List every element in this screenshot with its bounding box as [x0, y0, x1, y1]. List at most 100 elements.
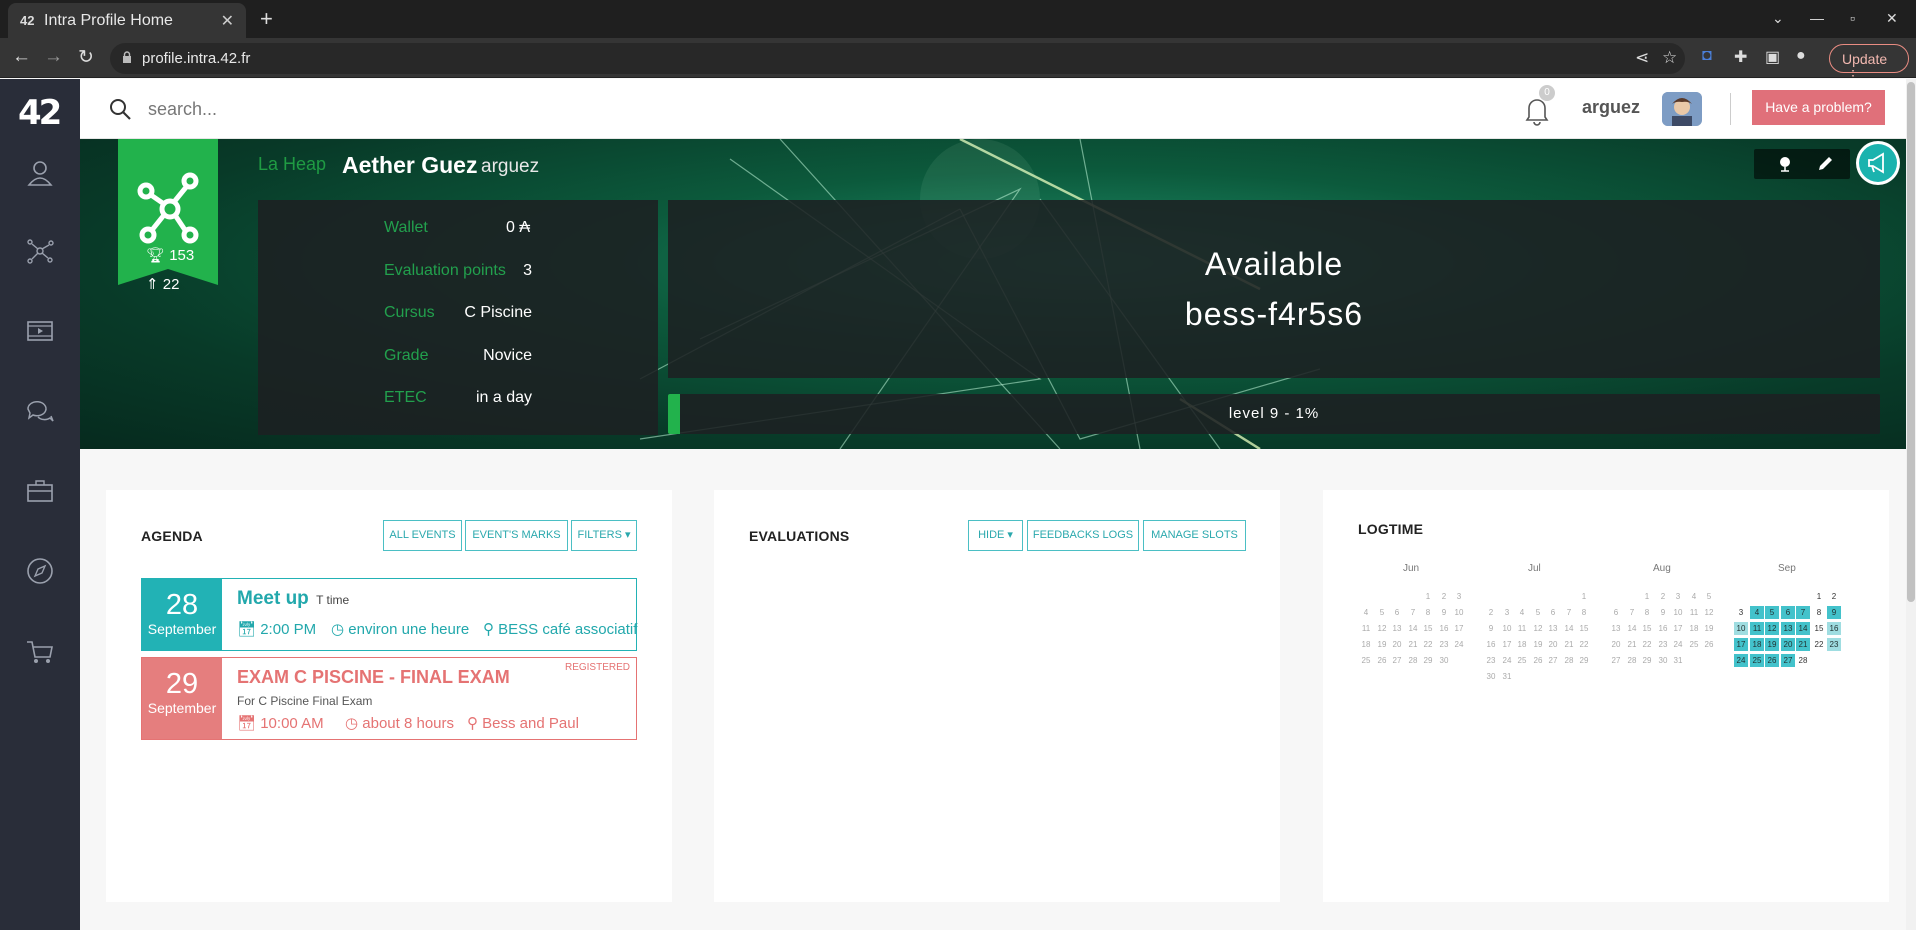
hide-button[interactable]: HIDE ▾ — [968, 520, 1023, 551]
calendar-day: 5 — [1535, 608, 1541, 617]
calendar-day: 20 — [1392, 640, 1402, 649]
cart-icon[interactable] — [24, 635, 56, 667]
calendar-day: 2 — [1660, 592, 1666, 601]
profile-icon[interactable]: ● — [1796, 47, 1816, 67]
bitwarden-extension-icon[interactable]: ◘ — [1702, 47, 1722, 67]
calendar-day: 21 — [1627, 640, 1637, 649]
calendar-month-label: Aug — [1653, 563, 1671, 574]
calendar-day: 28 — [1408, 656, 1418, 665]
event-card[interactable]: 28 September Meet up T time 📅︎ 2:00 PM ◷… — [141, 578, 637, 651]
calendar-day: 20 — [1781, 638, 1795, 651]
network-icon[interactable] — [24, 235, 56, 267]
calendar-day: 8 — [1644, 608, 1650, 617]
cursus-label: Cursus — [384, 304, 435, 321]
megaphone-icon — [1868, 152, 1884, 174]
calendar-day: 4 — [1691, 592, 1697, 601]
calendar-day: 14 — [1627, 624, 1637, 633]
calendar-day: 6 — [1550, 608, 1556, 617]
all-events-button[interactable]: ALL EVENTS — [383, 520, 462, 551]
bookmark-star-icon[interactable]: ☆ — [1662, 48, 1677, 68]
profile-icon[interactable] — [24, 157, 56, 189]
side-panel-icon[interactable]: ▣ — [1765, 47, 1785, 67]
events-marks-button[interactable]: EVENT'S MARKS — [465, 520, 568, 551]
calendar-day: 18 — [1689, 624, 1699, 633]
header-username[interactable]: arguez — [1582, 97, 1640, 118]
avatar[interactable] — [1662, 92, 1702, 126]
page-scrollbar-thumb[interactable] — [1907, 82, 1915, 602]
lock-icon — [123, 51, 131, 63]
maximize-button[interactable]: ▫ — [1850, 10, 1855, 26]
clock-icon: ◷ — [345, 715, 359, 732]
calendar-day: 26 — [1377, 656, 1387, 665]
back-icon[interactable]: ← — [12, 46, 31, 68]
event-duration: ◷ about 8 hours — [345, 714, 454, 732]
globe-pin-icon[interactable] — [1776, 155, 1794, 173]
feedbacks-logs-button[interactable]: FEEDBACKS LOGS — [1027, 520, 1139, 551]
calendar-day: 10 — [1673, 608, 1683, 617]
search-input[interactable] — [148, 95, 548, 123]
calendar-day: 3 — [1675, 592, 1681, 601]
rank-count-value: 22 — [162, 276, 180, 293]
calendar-day: 30 — [1658, 656, 1668, 665]
header-divider — [1730, 93, 1731, 125]
calendar-day: 17 — [1734, 638, 1748, 651]
search-icon[interactable] — [108, 97, 132, 121]
extensions-icon[interactable]: ✚ — [1734, 47, 1754, 67]
close-window-button[interactable]: ✕ — [1886, 10, 1898, 27]
trophy-count: 🏆︎ 153 — [146, 246, 194, 264]
calendar-day: 8 — [1816, 608, 1822, 617]
chat-icon[interactable] — [24, 395, 56, 427]
logtime-title: LOGTIME — [1358, 521, 1424, 537]
calendar-day: 14 — [1796, 622, 1810, 635]
calendar-day: 23 — [1439, 640, 1449, 649]
calendar-day: 7 — [1410, 608, 1416, 617]
tab-close-icon[interactable]: ✕ — [221, 11, 234, 31]
manage-slots-button[interactable]: MANAGE SLOTS — [1143, 520, 1246, 551]
announcement-button[interactable] — [1856, 141, 1900, 185]
calendar-day: 23 — [1827, 638, 1841, 651]
calendar-icon: 📅︎ — [237, 621, 257, 638]
coalition-name[interactable]: La Heap — [258, 154, 326, 175]
calendar-day: 31 — [1673, 656, 1683, 665]
edit-pencil-icon[interactable] — [1816, 155, 1834, 173]
have-a-problem-button[interactable]: Have a problem? — [1752, 90, 1885, 125]
calendar-day: 5 — [1379, 608, 1385, 617]
calendar-day: 25 — [1689, 640, 1699, 649]
clock-icon: ◷ — [331, 621, 345, 638]
compass-icon[interactable] — [24, 555, 56, 587]
update-button[interactable]: Update ⋮ — [1829, 44, 1909, 83]
briefcase-icon[interactable] — [24, 475, 56, 507]
calendar-day: 3 — [1456, 592, 1462, 601]
minimize-button[interactable]: — — [1810, 10, 1824, 26]
calendar-day: 13 — [1781, 622, 1795, 635]
reload-icon[interactable]: ↻ — [78, 46, 94, 69]
forward-icon[interactable]: → — [44, 46, 63, 68]
evaluation-points-value: 3 — [523, 262, 532, 279]
calendar-day: 7 — [1566, 608, 1572, 617]
browser-tab[interactable]: 42 Intra Profile Home ✕ — [8, 3, 246, 38]
share-icon[interactable]: ⋖ — [1635, 48, 1649, 68]
event-card[interactable]: 29 September EXAM C PISCINE - FINAL EXAM… — [141, 657, 637, 740]
calendar-day: 15 — [1423, 624, 1433, 633]
event-time-text: 10:00 AM — [260, 715, 324, 732]
tab-search-icon[interactable]: ⌄ — [1772, 10, 1784, 27]
calendar-day: 8 — [1425, 608, 1431, 617]
cursus-value[interactable]: C Piscine — [464, 304, 532, 322]
video-icon[interactable] — [24, 315, 56, 347]
grade-value: Novice — [483, 347, 532, 364]
calendar-day: 20 — [1611, 640, 1621, 649]
calendar-day: 5 — [1765, 606, 1779, 619]
calendar-day: 28 — [1564, 656, 1574, 665]
calendar-day: 31 — [1502, 672, 1512, 681]
calendar-day: 22 — [1423, 640, 1433, 649]
calendar-day: 30 — [1486, 672, 1496, 681]
calendar-day: 17 — [1673, 624, 1683, 633]
url-field[interactable]: profile.intra.42.fr ⋖ ☆ — [110, 43, 1685, 74]
event-duration: ◷ environ une heure — [331, 620, 469, 638]
url-text: profile.intra.42.fr — [142, 50, 251, 67]
filters-button[interactable]: FILTERS ▾ — [571, 520, 637, 551]
calendar-day: 21 — [1408, 640, 1418, 649]
calendar-day: 6 — [1781, 606, 1795, 619]
new-tab-button[interactable]: + — [260, 6, 273, 32]
logo-42[interactable]: 42 — [18, 93, 62, 133]
